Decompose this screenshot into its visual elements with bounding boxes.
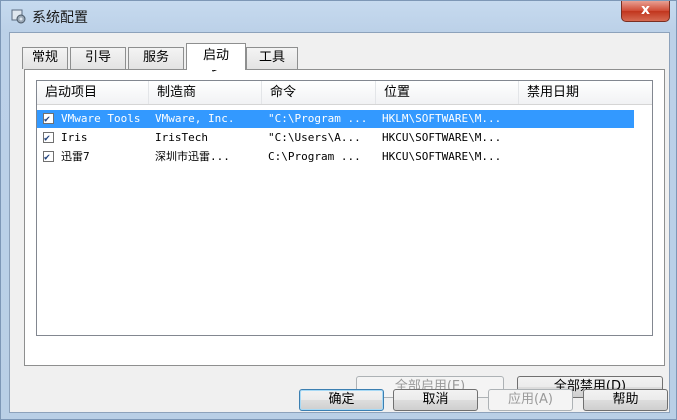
system-config-icon — [11, 9, 26, 24]
startup-panel: 启动项目 制造商 命令 位置 禁用日期 VMware Tools VMware,… — [24, 69, 665, 398]
table-row[interactable]: 迅雷7 深圳市迅雷... C:\Program ... HKCU\SOFTWAR… — [37, 148, 634, 167]
dialog-body: 常规 引导 服务 启动 工具 启动项目 制造商 命令 位置 禁用日期 VMwar… — [9, 32, 670, 413]
column-header-command[interactable]: 命令 — [262, 81, 376, 104]
cell-item: Iris — [61, 131, 88, 144]
list-header: 启动项目 制造商 命令 位置 禁用日期 — [37, 81, 652, 105]
tab-tools[interactable]: 工具 — [246, 47, 298, 69]
tab-boot[interactable]: 引导 — [70, 47, 126, 69]
cancel-button[interactable]: 取消 — [393, 389, 478, 411]
cell-location: HKCU\SOFTWARE\M... — [382, 131, 502, 144]
cell-item: VMware Tools — [61, 112, 141, 125]
system-config-window: 系统配置 x 常规 引导 服务 启动 工具 启动项目 制造商 命令 位置 禁用日… — [0, 0, 677, 420]
column-header-disable-date[interactable]: 禁用日期 — [519, 81, 652, 104]
cell-disable-date — [525, 148, 625, 166]
cell-disable-date — [525, 129, 625, 147]
cell-item: 迅雷7 — [61, 150, 90, 163]
cell-command: "C:\Program ... — [268, 112, 368, 125]
column-header-maker[interactable]: 制造商 — [149, 81, 262, 104]
ok-button[interactable]: 确定 — [299, 389, 384, 411]
column-header-location[interactable]: 位置 — [376, 81, 519, 104]
table-row[interactable]: Iris IrisTech "C:\Users\A... HKCU\SOFTWA… — [37, 129, 634, 148]
title-bar[interactable]: 系统配置 x — [1, 1, 677, 31]
row-checkbox[interactable] — [43, 111, 54, 129]
tab-general[interactable]: 常规 — [22, 47, 68, 69]
cell-command: C:\Program ... — [268, 150, 361, 163]
cell-disable-date — [525, 110, 625, 128]
startup-list[interactable]: 启动项目 制造商 命令 位置 禁用日期 VMware Tools VMware,… — [36, 80, 653, 336]
tab-services[interactable]: 服务 — [128, 47, 184, 69]
window-title: 系统配置 — [32, 10, 88, 26]
close-button[interactable]: x — [621, 1, 670, 22]
row-checkbox[interactable] — [43, 149, 54, 167]
cell-location: HKLM\SOFTWARE\M... — [382, 112, 502, 125]
cell-maker: IrisTech — [155, 131, 208, 144]
apply-button[interactable]: 应用(A) — [488, 389, 573, 411]
row-checkbox[interactable] — [43, 130, 54, 148]
cell-command: "C:\Users\A... — [268, 131, 361, 144]
cell-maker: VMware, Inc. — [155, 112, 235, 125]
table-row[interactable]: VMware Tools VMware, Inc. "C:\Program ..… — [37, 110, 634, 129]
column-header-item[interactable]: 启动项目 — [37, 81, 149, 104]
cell-maker: 深圳市迅雷... — [155, 150, 230, 163]
tab-startup[interactable]: 启动 — [186, 43, 246, 70]
cell-location: HKCU\SOFTWARE\M... — [382, 150, 502, 163]
help-button[interactable]: 帮助 — [583, 389, 668, 411]
close-icon: x — [640, 2, 651, 18]
